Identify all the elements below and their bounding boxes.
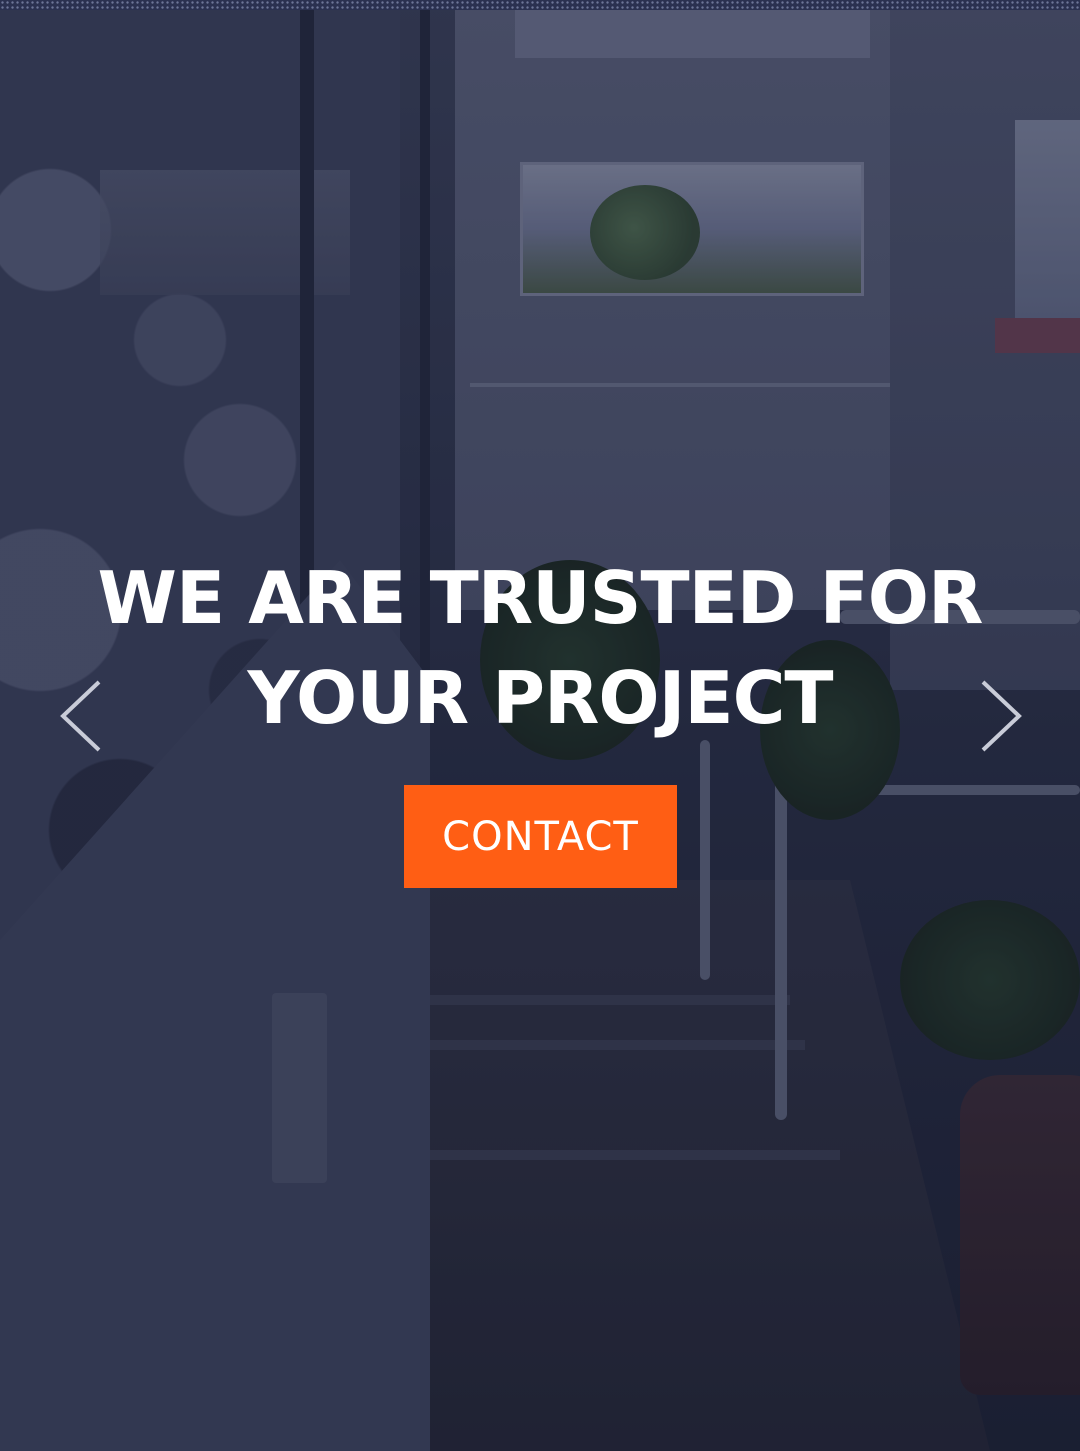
chevron-right-icon bbox=[981, 680, 1022, 752]
headline-line-1: WE ARE TRUSTED FOR bbox=[97, 556, 984, 640]
contact-button[interactable]: CONTACT bbox=[404, 785, 677, 888]
headline-line-2: YOUR PROJECT bbox=[247, 656, 833, 740]
top-dotted-strip bbox=[0, 0, 1080, 10]
hero-slider: WE ARE TRUSTED FOR YOUR PROJECT CONTACT bbox=[0, 0, 1080, 1451]
chevron-left-icon bbox=[60, 680, 101, 752]
hero-headline: WE ARE TRUSTED FOR YOUR PROJECT bbox=[90, 548, 990, 748]
prev-slide-button[interactable] bbox=[57, 680, 107, 752]
next-slide-button[interactable] bbox=[975, 680, 1025, 752]
